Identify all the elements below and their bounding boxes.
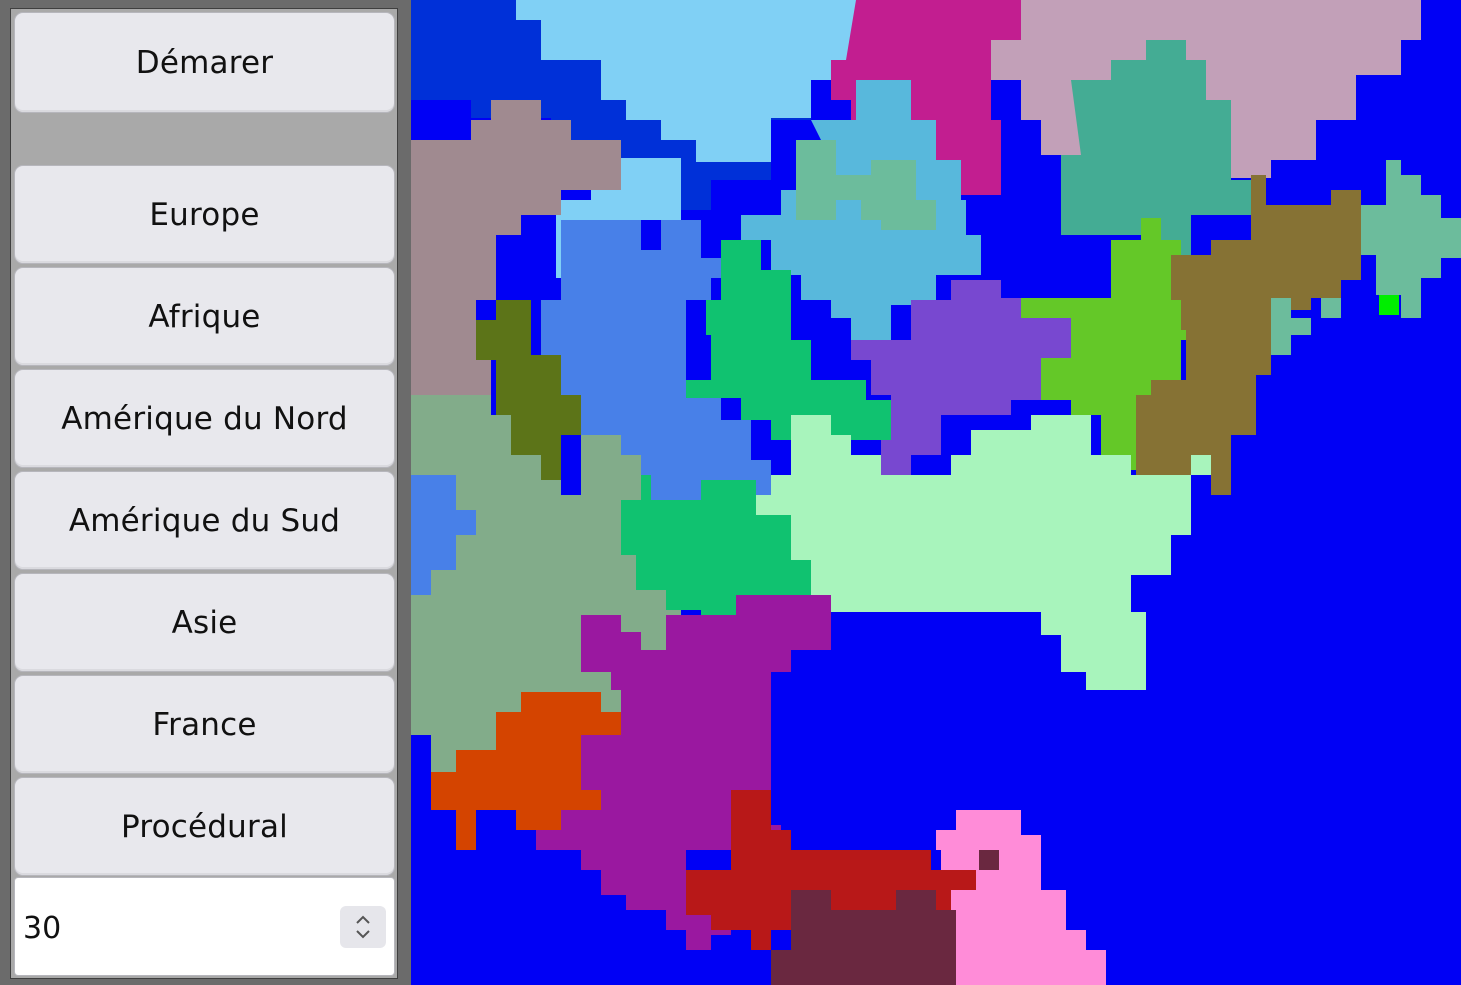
procedural-button[interactable]: Procédural xyxy=(14,777,395,876)
north-america-button[interactable]: Amérique du Nord xyxy=(14,369,395,468)
up-down-chevron-icon[interactable] xyxy=(353,912,373,942)
region-map[interactable] xyxy=(411,0,1461,985)
south-america-button[interactable]: Amérique du Sud xyxy=(14,471,395,570)
asia-button[interactable]: Asie xyxy=(14,573,395,672)
count-value[interactable]: 30 xyxy=(23,911,61,946)
control-panel-frame: Démarer Europe Afrique Amérique du Nord … xyxy=(10,8,398,979)
control-panel: Démarer Europe Afrique Amérique du Nord … xyxy=(0,0,411,985)
africa-button[interactable]: Afrique xyxy=(14,267,395,366)
europe-button[interactable]: Europe xyxy=(14,165,395,264)
spin-arrows[interactable] xyxy=(340,906,386,948)
region-maroon-south[interactable] xyxy=(979,850,999,870)
count-spinbox[interactable]: 30 xyxy=(14,877,395,976)
region-green-dot[interactable] xyxy=(1379,295,1399,315)
start-button[interactable]: Démarer xyxy=(14,12,395,113)
france-button[interactable]: France xyxy=(14,675,395,774)
map-canvas[interactable] xyxy=(411,0,1461,985)
